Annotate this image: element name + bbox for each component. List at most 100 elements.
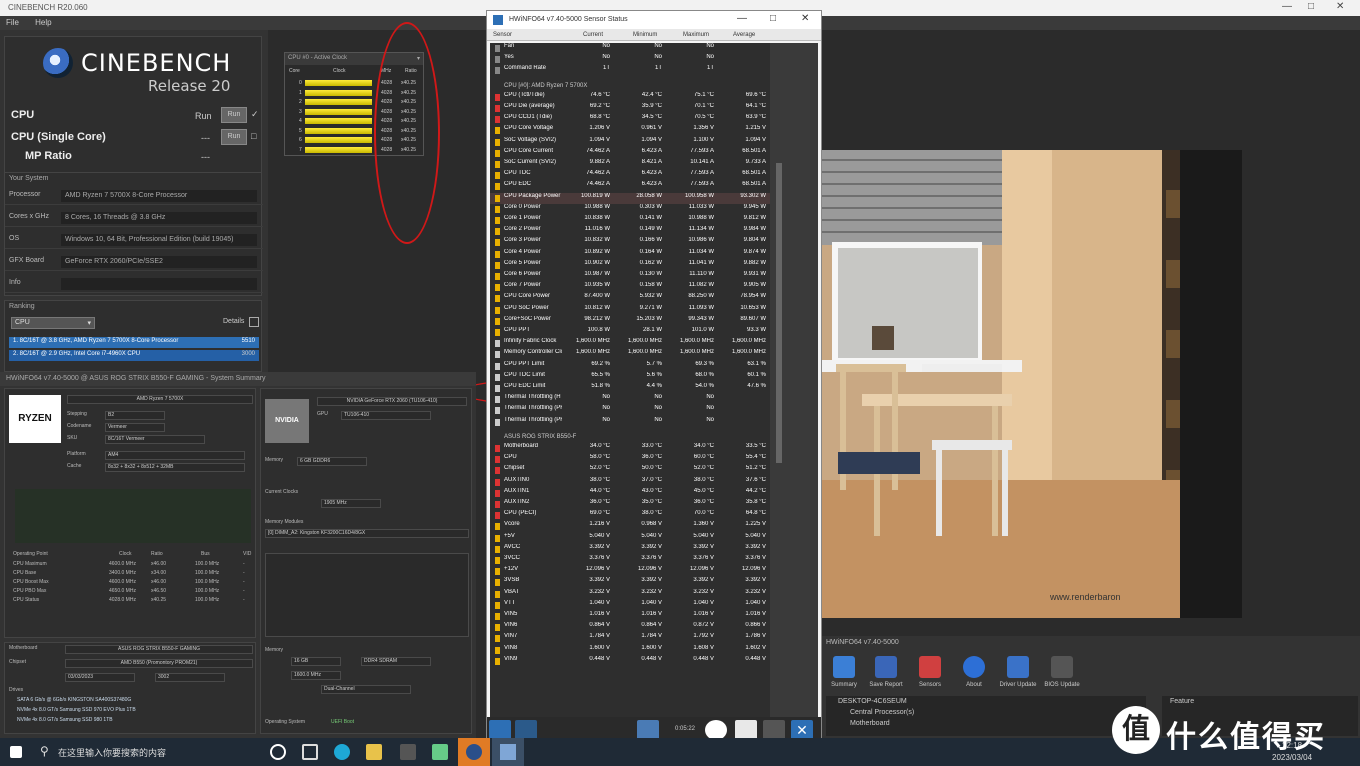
sensor-row[interactable]: CPU Core Current 74.462 A 6.423 A 77.593 A 6… xyxy=(490,148,770,159)
sensor-row[interactable]: +5V 5.040 V 5.040 V 5.040 V 5.040 V xyxy=(490,533,770,544)
menu-help[interactable]: Help xyxy=(35,18,51,27)
folder-icon[interactable] xyxy=(366,744,382,760)
sensor-row[interactable]: AUXTIN0 38.0 °C 37.0 °C 38.0 °C 37.6 °C xyxy=(490,477,770,488)
sensor-row[interactable]: Yes No No No xyxy=(490,54,770,65)
sensor-row[interactable]: CPU EDC 74.462 A 6.423 A 77.593 A 68.501 A xyxy=(490,181,770,192)
sensor-row[interactable]: VIN7 1.784 V 1.784 V 1.792 V 1.786 V xyxy=(490,633,770,644)
maximize-icon[interactable]: □ xyxy=(1308,1,1314,12)
sensor-row[interactable]: Command Rate 1T 1T 1T xyxy=(490,65,770,76)
ranking-details-button[interactable]: Details xyxy=(223,318,244,325)
details-icon[interactable] xyxy=(249,317,259,327)
expand-arrows-icon[interactable] xyxy=(489,720,511,740)
sensor-row[interactable]: AUXTIN2 36.0 °C 35.0 °C 36.0 °C 35.8 °C xyxy=(490,499,770,510)
sensor-row[interactable]: CPU Package Power 100.819 W 28.058 W 100.95… xyxy=(490,192,770,204)
sensor-group-header[interactable]: CPU [#0]: AMD Ryzen 7 5700X xyxy=(490,81,770,92)
sensor-row[interactable]: Core 0 Power 10.988 W 0.303 W 11.033 W 9.945… xyxy=(490,204,770,215)
close-icon[interactable]: ✕ xyxy=(791,720,813,740)
ranking-select[interactable]: CPU ▾ xyxy=(11,317,95,329)
sensor-row[interactable]: VIN9 0.448 V 0.448 V 0.448 V 0.448 V xyxy=(490,656,770,667)
sensor-row[interactable]: CPU 58.0 °C 36.0 °C 60.0 °C 55.4 °C xyxy=(490,454,770,465)
maximize-icon[interactable]: □ xyxy=(770,13,776,24)
edge-icon[interactable] xyxy=(334,744,350,760)
gear-icon[interactable] xyxy=(763,720,785,740)
col-sensor[interactable]: Sensor xyxy=(493,32,512,38)
sensor-row[interactable]: Infinity Fabric Clock 1,600.0 MHz 1,600.0 … xyxy=(490,338,770,349)
sensor-row[interactable]: VBAT 3.232 V 3.232 V 3.232 V 3.232 V xyxy=(490,589,770,600)
sensor-row[interactable]: CPU (Tctl/Tdie) 74.6 °C 42.4 °C 75.1 °C 69.6… xyxy=(490,92,770,103)
clock-icon[interactable] xyxy=(705,720,727,740)
tree-item[interactable]: Motherboard xyxy=(850,720,890,727)
sensor-row[interactable]: Vcore 1.216 V 0.968 V 1.360 V 1.225 V xyxy=(490,521,770,532)
ranking-item[interactable]: 1. 8C/16T @ 3.8 GHz, AMD Ryzen 7 5700X 8… xyxy=(9,337,259,348)
single-run-button[interactable]: Run xyxy=(221,129,247,145)
sensor-row[interactable]: Fan No No No xyxy=(490,43,770,54)
sensor-row[interactable]: VTT 1.040 V 1.040 V 1.040 V 1.040 V xyxy=(490,600,770,611)
app-icon[interactable] xyxy=(432,744,448,760)
sensor-row[interactable]: VIN5 1.016 V 1.016 V 1.016 V 1.016 V xyxy=(490,611,770,622)
windows-start-icon[interactable] xyxy=(10,746,22,758)
sensor-row[interactable]: CPU Core Voltage 1.206 V 0.961 V 1.356 V 1.2… xyxy=(490,125,770,136)
close-icon[interactable]: ✕ xyxy=(801,13,809,24)
sensor-row[interactable]: SoC Voltage (SVI2) 1.094 V 1.094 V 1.100 V 1… xyxy=(490,137,770,148)
sensor-row[interactable]: CPU Die (average) 69.2 °C 35.9 °C 70.1 °C 64… xyxy=(490,103,770,114)
sensor-row[interactable]: VIN6 0.864 V 0.864 V 0.872 V 0.866 V xyxy=(490,622,770,633)
scroll-thumb[interactable] xyxy=(776,163,782,463)
col-maximum[interactable]: Maximum xyxy=(683,32,709,38)
memory-modules-select[interactable]: [0] DIMM_A2: Kingston KF3200C16D4/8GX xyxy=(265,529,469,538)
sensor-row[interactable]: SoC Current (SVI2) 9.882 A 8.421 A 10.141 A… xyxy=(490,159,770,170)
sensor-row[interactable]: Core 4 Power 10.892 W 0.164 W 11.034 W 9.874… xyxy=(490,249,770,260)
sensor-row[interactable]: Core 2 Power 11.016 W 0.149 W 11.134 W 9.984… xyxy=(490,226,770,237)
sensor-row[interactable]: VIN8 1.600 V 1.600 V 1.608 V 1.602 V xyxy=(490,645,770,656)
col-current[interactable]: Current xyxy=(583,32,603,38)
device-tree[interactable]: DESKTOP-4C6SEUM Central Processor(s) Mot… xyxy=(826,696,1146,736)
close-icon[interactable]: ✕ xyxy=(1336,1,1344,12)
sensor-row[interactable]: Core 5 Power 10.902 W 0.162 W 11.041 W 9.882… xyxy=(490,260,770,271)
sensor-row[interactable]: Memory Controller Clock 1,600.0 MHz 1,600.… xyxy=(490,349,770,360)
sensor-row[interactable]: Core+SoC Power 98.212 W 15.203 W 99.343 W 89… xyxy=(490,316,770,327)
sensor-row[interactable]: Thermal Throttling (HTC) No No No xyxy=(490,394,770,405)
minimize-icon[interactable]: — xyxy=(1282,1,1292,12)
tree-root[interactable]: DESKTOP-4C6SEUM xyxy=(838,698,907,705)
cpu-run-button[interactable]: Run xyxy=(221,107,247,123)
sensor-row[interactable]: Motherboard 34.0 °C 33.0 °C 34.0 °C 33.5 °C xyxy=(490,443,770,454)
sensor-row[interactable]: CPU (PECI) 69.0 °C 38.0 °C 70.0 °C 64.8 °C xyxy=(490,510,770,521)
sensor-row[interactable]: 3VSB 3.392 V 3.392 V 3.392 V 3.392 V xyxy=(490,577,770,588)
sensor-scrollbar[interactable] xyxy=(770,43,818,721)
tree-item[interactable]: Central Processor(s) xyxy=(850,709,914,716)
cortana-icon[interactable] xyxy=(270,744,286,760)
task-view-icon[interactable] xyxy=(302,744,318,760)
sensor-row[interactable]: Core 3 Power 10.832 W 0.166 W 10.986 W 9.804… xyxy=(490,237,770,248)
sensor-row[interactable]: +12V 12.096 V 12.096 V 12.096 V 12.096 V xyxy=(490,566,770,577)
sensor-row[interactable]: AUXTIN1 44.0 °C 43.0 °C 45.0 °C 44.2 °C xyxy=(490,488,770,499)
sensor-row[interactable]: CPU EDC Limit 51.8 % 4.4 % 54.0 % 47.6 % xyxy=(490,383,770,394)
taskbar-search[interactable]: ⚲ 在这里输入你要搜索的内容 xyxy=(36,742,256,762)
report-icon[interactable] xyxy=(735,720,757,740)
collapse-arrows-icon[interactable] xyxy=(515,720,537,740)
sensor-row[interactable]: CPU PPT 100.8 W 28.1 W 101.0 W 93.3 W xyxy=(490,327,770,338)
sensor-row[interactable]: 3VCC 3.376 V 3.376 V 3.376 V 3.376 V xyxy=(490,555,770,566)
sensor-row[interactable]: AVCC 3.392 V 3.392 V 3.392 V 3.392 V xyxy=(490,544,770,555)
sensor-row[interactable]: CPU TDC Limit 65.5 % 5.6 % 68.0 % 60.1 % xyxy=(490,372,770,383)
sensor-row[interactable]: Thermal Throttling (PROCHOT CPU) No No No xyxy=(490,405,770,416)
menu-file[interactable]: File xyxy=(6,18,19,27)
sensor-list[interactable]: Fan No No No Yes No No No Command Rate 1T 1T 1T CPU … xyxy=(490,43,770,721)
network-icon[interactable] xyxy=(637,720,659,740)
ranking-item[interactable]: 2. 8C/16T @ 2.9 GHz, Intel Core i7-4960X… xyxy=(9,350,259,361)
sensor-row[interactable]: CPU SoC Power 10.812 W 9.271 W 11.093 W 10.6… xyxy=(490,305,770,316)
sensor-group-header[interactable]: ASUS ROG STRIX B550-F xyxy=(490,432,770,443)
sensor-row[interactable]: Thermal Throttling (PROCHOT EXT) No No No xyxy=(490,417,770,428)
sensor-row[interactable]: Core 1 Power 10.838 W 0.141 W 10.988 W 9.812… xyxy=(490,215,770,226)
cinebench-taskbar-button[interactable] xyxy=(458,738,490,766)
sensor-row[interactable]: Core 7 Power 10.935 W 0.158 W 11.082 W 9.905… xyxy=(490,282,770,293)
col-minimum[interactable]: Minimum xyxy=(633,32,657,38)
sensor-row[interactable]: CPU CCD1 (Tdie) 68.8 °C 34.5 °C 70.5 °C 63.9… xyxy=(490,114,770,125)
store-icon[interactable] xyxy=(400,744,416,760)
minimize-icon[interactable]: — xyxy=(737,13,747,24)
sensor-row[interactable]: CPU TDC 74.462 A 6.423 A 77.593 A 68.501 A xyxy=(490,170,770,181)
sensor-row[interactable]: Core 6 Power 10.987 W 0.130 W 11.110 W 9.931… xyxy=(490,271,770,282)
hwinfo-taskbar-button[interactable] xyxy=(492,738,524,766)
sensor-row[interactable]: Chipset 52.0 °C 50.0 °C 52.0 °C 51.2 °C xyxy=(490,465,770,476)
col-average[interactable]: Average xyxy=(733,32,755,38)
sensor-row[interactable]: CPU PPT Limit 69.2 % 5.7 % 69.3 % 63.1 % xyxy=(490,361,770,372)
sensor-row[interactable]: CPU Core Power 87.400 W 5.932 W 88.250 W 78.… xyxy=(490,293,770,304)
